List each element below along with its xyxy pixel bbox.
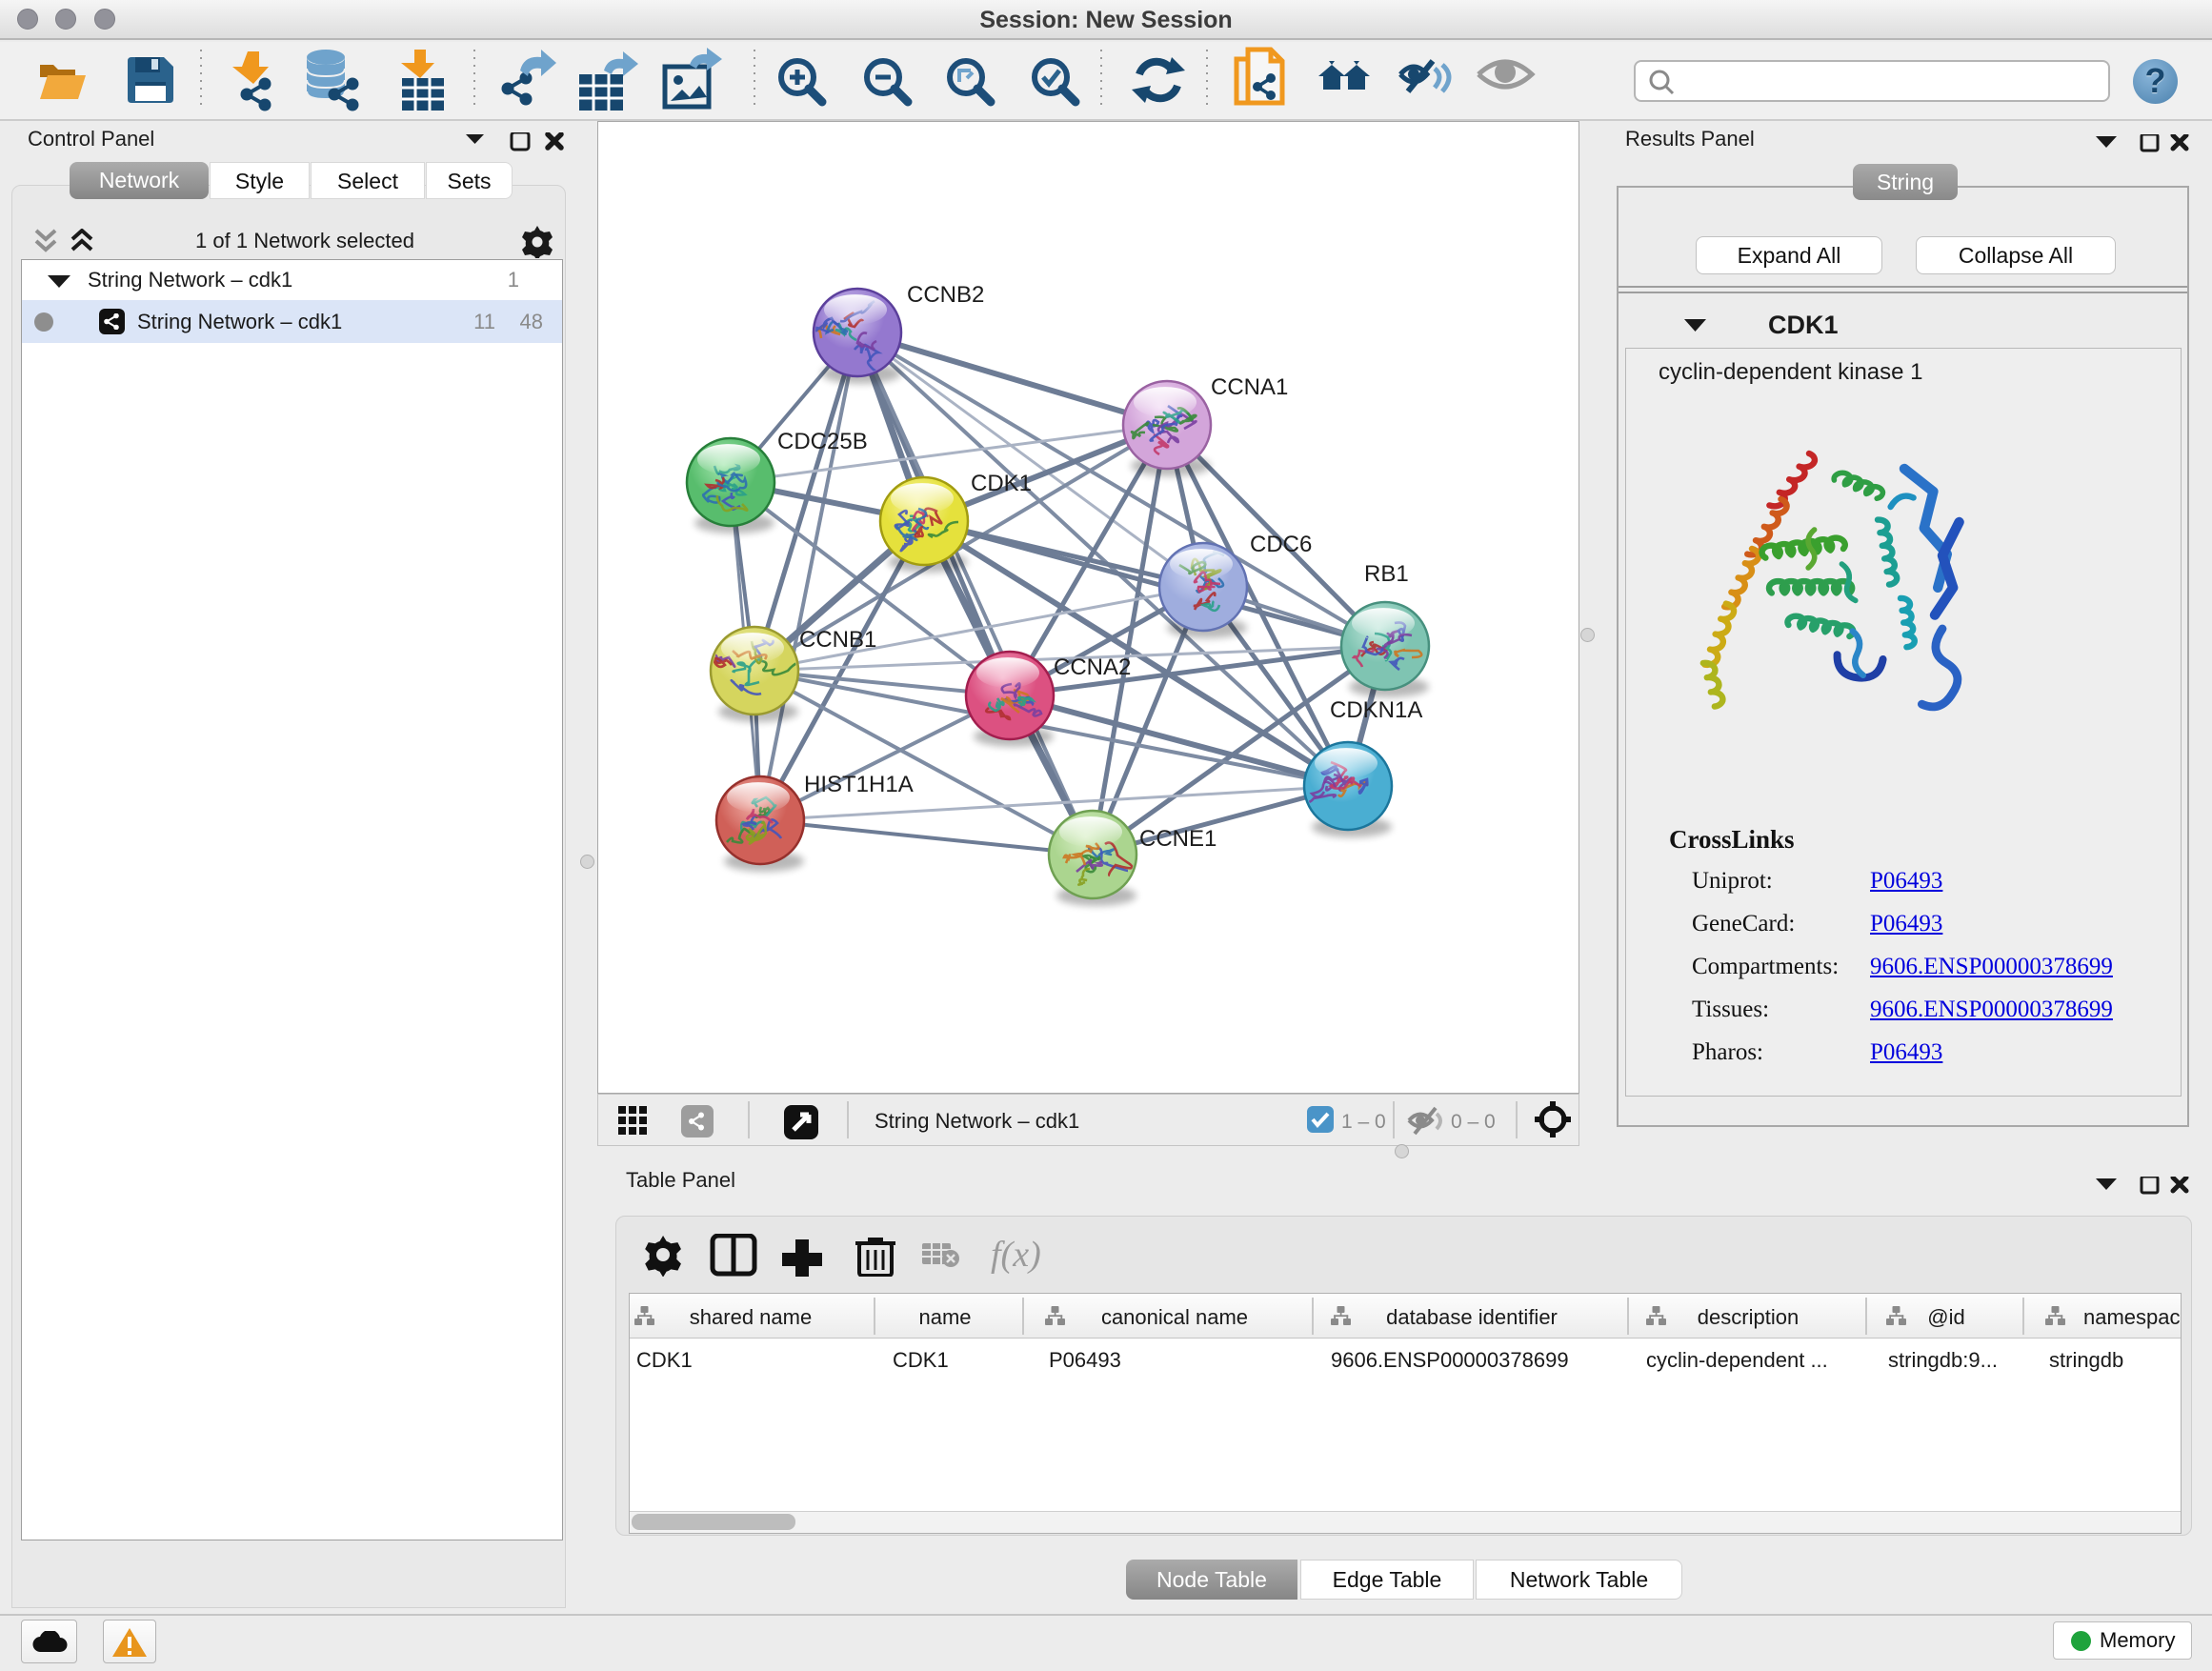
svg-text:CDC6: CDC6 (1250, 532, 1312, 557)
svg-text:RB1: RB1 (1364, 561, 1409, 587)
svg-text:shared name: shared name (690, 1305, 812, 1329)
svg-text:0 – 0: 0 – 0 (1451, 1111, 1496, 1133)
svg-text:name: name (918, 1305, 971, 1329)
svg-text:CCNB2: CCNB2 (907, 282, 984, 308)
svg-text:CCNB1: CCNB1 (799, 627, 876, 653)
svg-text:1 – 0: 1 – 0 (1341, 1111, 1386, 1133)
svg-text:canonical name: canonical name (1101, 1305, 1248, 1329)
svg-text:@id: @id (1927, 1305, 1964, 1329)
svg-text:String Network – cdk1: String Network – cdk1 (875, 1109, 1079, 1133)
svg-text:CDKN1A: CDKN1A (1330, 697, 1422, 723)
svg-text:CDC25B: CDC25B (777, 429, 868, 454)
svg-text:CCNA2: CCNA2 (1054, 654, 1131, 680)
svg-text:namespac: namespac (2083, 1305, 2181, 1329)
svg-text:CDK1: CDK1 (971, 471, 1032, 496)
svg-text:CCNA1: CCNA1 (1211, 374, 1288, 400)
svg-text:database identifier: database identifier (1386, 1305, 1558, 1329)
svg-text:f(x): f(x) (991, 1235, 1041, 1275)
svg-text:description: description (1698, 1305, 1799, 1329)
svg-text:HIST1H1A: HIST1H1A (804, 772, 914, 797)
svg-text:CCNE1: CCNE1 (1139, 826, 1217, 852)
